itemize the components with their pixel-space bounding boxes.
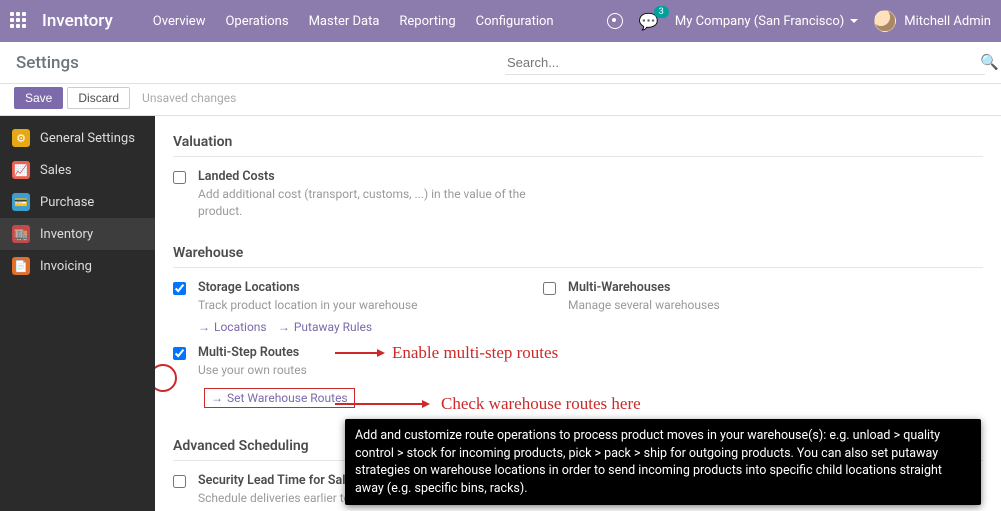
unsaved-indicator: Unsaved changes bbox=[142, 91, 236, 105]
chat-icon[interactable]: 💬3 bbox=[639, 12, 659, 31]
storage-locations-label: Storage Locations bbox=[198, 280, 417, 295]
chart-icon: 📈 bbox=[12, 161, 30, 179]
save-button[interactable]: Save bbox=[14, 87, 63, 109]
sidebar-item-label: Invoicing bbox=[40, 259, 92, 274]
sidebar-item-invoicing[interactable]: 📄 Invoicing bbox=[0, 250, 155, 282]
settings-content: Valuation Landed Costs Add additional co… bbox=[155, 116, 1001, 511]
user-menu[interactable]: Mitchell Admin bbox=[874, 10, 991, 32]
user-name: Mitchell Admin bbox=[904, 14, 991, 29]
security-lead-sales-checkbox[interactable] bbox=[173, 475, 186, 488]
avatar bbox=[874, 10, 896, 32]
section-warehouse-title: Warehouse bbox=[173, 237, 983, 268]
sidebar-item-sales[interactable]: 📈 Sales bbox=[0, 154, 155, 186]
putaway-rules-link[interactable]: →Putaway Rules bbox=[278, 320, 372, 334]
landed-costs-checkbox[interactable] bbox=[173, 171, 186, 184]
chevron-down-icon bbox=[850, 19, 858, 23]
app-brand[interactable]: Inventory bbox=[42, 11, 113, 31]
box-icon: 🏬 bbox=[12, 225, 30, 243]
page-title: Settings bbox=[16, 53, 79, 73]
sidebar-item-inventory[interactable]: 🏬 Inventory bbox=[0, 218, 155, 250]
multi-step-routes-label: Multi-Step Routes bbox=[198, 345, 355, 360]
apps-icon[interactable] bbox=[10, 12, 28, 30]
menu-operations[interactable]: Operations bbox=[225, 14, 288, 29]
locations-link[interactable]: →Locations bbox=[198, 320, 267, 334]
set-warehouse-routes-link[interactable]: →Set Warehouse Routes bbox=[204, 388, 355, 408]
landed-costs-label: Landed Costs bbox=[198, 169, 527, 184]
settings-sidebar: ⚙ General Settings 📈 Sales 💳 Purchase 🏬 Inve… bbox=[0, 116, 155, 511]
invoice-icon: 📄 bbox=[12, 257, 30, 275]
search-input[interactable] bbox=[505, 51, 985, 75]
chat-badge: 3 bbox=[654, 6, 669, 18]
menu-configuration[interactable]: Configuration bbox=[476, 14, 554, 29]
menu-overview[interactable]: Overview bbox=[153, 14, 206, 29]
action-bar: Save Discard Unsaved changes bbox=[0, 84, 1001, 116]
target-icon[interactable] bbox=[607, 13, 623, 29]
arrow-right-icon: → bbox=[278, 320, 290, 334]
multi-step-routes-desc: Use your own routes bbox=[198, 362, 355, 379]
sidebar-item-general[interactable]: ⚙ General Settings bbox=[0, 122, 155, 154]
sidebar-item-purchase[interactable]: 💳 Purchase bbox=[0, 186, 155, 218]
tooltip: Add and customize route operations to pr… bbox=[345, 419, 981, 505]
landed-costs-desc: Add additional cost (transport, customs,… bbox=[198, 186, 527, 221]
company-selector[interactable]: My Company (San Francisco) bbox=[675, 14, 858, 29]
card-icon: 💳 bbox=[12, 193, 30, 211]
discard-button[interactable]: Discard bbox=[67, 87, 130, 109]
multi-step-routes-checkbox[interactable] bbox=[173, 347, 186, 360]
storage-locations-desc: Track product location in your warehouse bbox=[198, 297, 417, 314]
arrow-right-icon: → bbox=[198, 320, 210, 334]
sidebar-item-label: Inventory bbox=[40, 227, 93, 242]
sidebar-item-label: Purchase bbox=[40, 195, 94, 210]
menu-reporting[interactable]: Reporting bbox=[399, 14, 455, 29]
top-navbar: Inventory Overview Operations Master Dat… bbox=[0, 0, 1001, 42]
main-menu: Overview Operations Master Data Reportin… bbox=[153, 14, 554, 29]
storage-locations-checkbox[interactable] bbox=[173, 282, 186, 295]
company-name: My Company (San Francisco) bbox=[675, 14, 844, 29]
menu-master-data[interactable]: Master Data bbox=[309, 14, 380, 29]
sidebar-item-label: Sales bbox=[40, 163, 72, 178]
arrow-right-icon: → bbox=[211, 391, 223, 405]
multi-warehouses-desc: Manage several warehouses bbox=[568, 297, 720, 314]
gear-icon: ⚙ bbox=[12, 129, 30, 147]
multi-warehouses-checkbox[interactable] bbox=[543, 282, 556, 295]
multi-warehouses-label: Multi-Warehouses bbox=[568, 280, 720, 295]
sidebar-item-label: General Settings bbox=[40, 131, 135, 146]
search-icon[interactable]: 🔍 bbox=[980, 53, 999, 71]
section-valuation-title: Valuation bbox=[173, 126, 983, 157]
sub-navbar: Settings 🔍 bbox=[0, 42, 1001, 84]
